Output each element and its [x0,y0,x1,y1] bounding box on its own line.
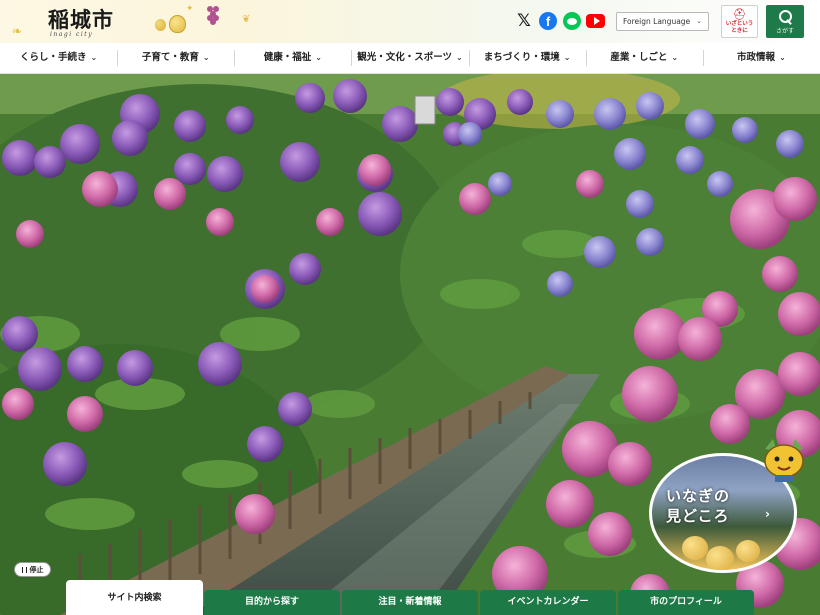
search-button[interactable]: さがす [766,5,804,38]
logo-subtext: inagi city [50,31,94,38]
grape-illustration-icon [207,6,219,25]
tab-find-by-purpose[interactable]: 目的から探す [204,590,340,615]
leaf-deco-icon: ❧ [12,24,23,38]
mascot-icon [764,439,804,482]
search-button-label: さがす [775,28,794,35]
nav-item-childcare[interactable]: 子育て・教育 ⌄ [117,50,234,66]
nav-item-label: 市政情報 [737,52,776,63]
tab-news[interactable]: 注目・新着情報 [342,590,478,615]
tab-site-search[interactable]: サイト内検索 [66,580,203,615]
global-nav: くらし・手続き ⌄ 子育て・教育 ⌄ 健康・福祉 ⌄ 観光・文化・スポーツ ⌄ まちづく… [0,43,820,74]
logo-text: 稲城市 [48,7,114,32]
nav-item-label: 観光・文化・スポーツ [357,52,453,63]
pause-label: 停止 [29,565,44,574]
nav-item-living[interactable]: くらし・手続き ⌄ [0,50,117,66]
pause-icon [21,566,27,573]
pear-icon [682,536,708,560]
chevron-down-icon: ⌄ [696,17,702,25]
chevron-down-icon: ⌄ [315,53,322,62]
facebook-icon[interactable]: f [539,12,557,30]
slideshow-pause-button[interactable]: 停止 [14,562,51,577]
leaf-deco-icon: ❦ [242,14,251,25]
pear-illustration-icon [169,15,186,33]
nav-item-label: くらし・手続き [19,52,87,63]
site-logo[interactable]: 稲城市 inagi city [40,3,130,41]
quick-tabs: サイト内検索 目的から探す 注目・新着情報 イベントカレンダー 市のプロフィール [66,580,756,615]
nav-item-tourism[interactable]: 観光・文化・スポーツ ⌄ [351,50,468,66]
nav-item-health[interactable]: 健康・福祉 ⌄ [234,50,351,66]
nav-item-city-info[interactable]: 市政情報 ⌄ [702,50,820,66]
youtube-icon[interactable] [586,14,605,28]
chevron-down-icon: ⌄ [90,53,98,62]
leaf-deco-icon: ✦ [186,4,194,14]
line-icon[interactable] [563,12,581,30]
pear-icon [736,540,760,562]
highlights-label: いなぎの 見どころ [666,487,731,525]
pear-illustration-icon [155,19,166,31]
pear-icon [706,546,734,570]
chevron-down-icon: ⌄ [779,53,786,62]
nav-item-town-planning[interactable]: まちづくり・環境 ⌄ [468,50,586,66]
chevron-right-icon: › [765,507,770,521]
chevron-down-icon: ⌄ [202,53,210,62]
nav-item-label: まちづくり・環境 [483,52,560,63]
emergency-icon: ⛑ [732,8,747,21]
nav-item-label: 子育て・教育 [141,52,199,63]
nav-item-label: 健康・福祉 [263,52,312,63]
nav-item-label: 産業・しごと [610,52,668,63]
language-select[interactable]: Foreign Language ⌄ [616,12,709,31]
chevron-down-icon: ⌄ [563,53,571,62]
tab-event-calendar[interactable]: イベントカレンダー [480,590,616,615]
tab-city-profile[interactable]: 市のプロフィール [618,590,754,615]
language-select-label: Foreign Language [623,17,691,26]
nav-item-industry[interactable]: 産業・しごと ⌄ [585,50,703,66]
search-icon [777,9,793,25]
x-icon[interactable]: 𝕏 [515,11,533,31]
site-header: ❧ 稲城市 inagi city ✦ ❦ 𝕏 f Foreign Languag… [0,0,820,43]
emergency-label: いざという ときに [725,21,754,34]
chevron-down-icon: ⌄ [671,53,679,62]
emergency-button[interactable]: ⛑ いざという ときに [721,5,758,38]
chevron-down-icon: ⌄ [456,53,463,62]
hero-slideshow: いなぎの 見どころ › [0,74,820,615]
